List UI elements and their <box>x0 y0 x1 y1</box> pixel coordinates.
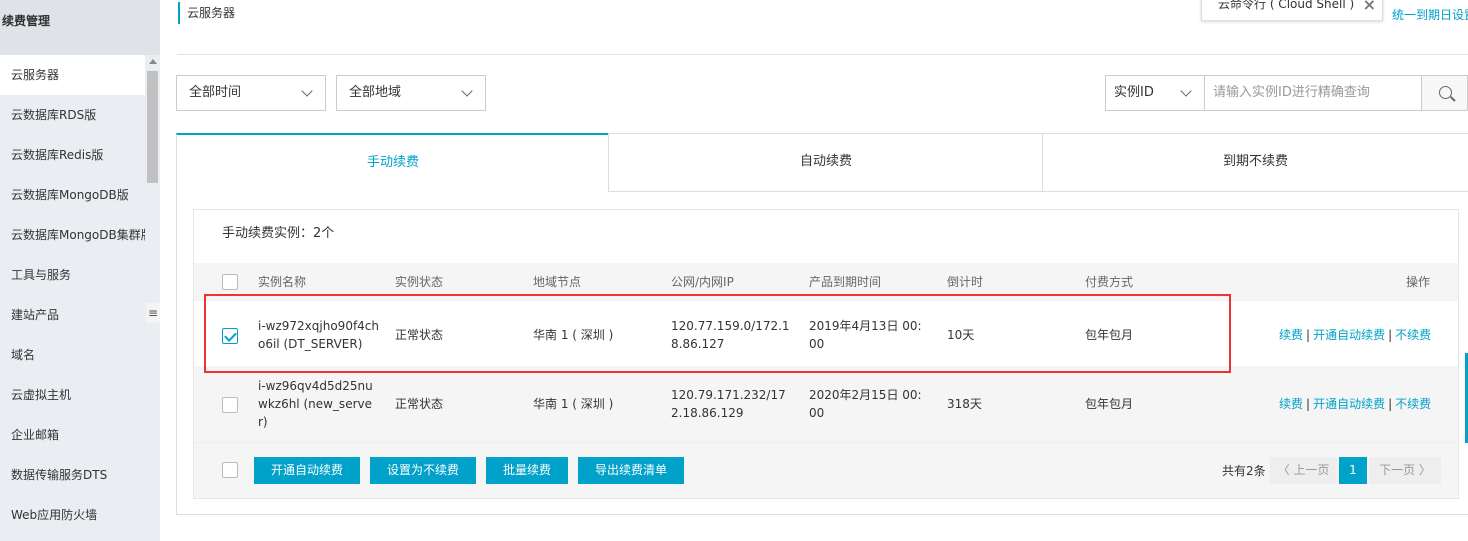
instance-name[interactable]: i-wz96qv4d5d25nu wkz6hl (new_serve r) <box>258 377 373 431</box>
sidebar-collapse-icon[interactable]: ≡ <box>146 303 160 323</box>
instance-countdown: 318天 <box>947 397 982 411</box>
chevron-down-icon <box>1180 85 1192 97</box>
sidebar-item-domain[interactable]: 域名 <box>0 335 145 375</box>
tab-no-renewal[interactable]: 到期不续费 <box>1042 133 1468 192</box>
highlight-box <box>204 294 1231 373</box>
sidebar-item-waf[interactable]: Web应用防火墙 <box>0 495 145 535</box>
sidebar-item-mongodb-cluster[interactable]: 云数据库MongoDB集群版 <box>0 215 145 255</box>
region-filter-value: 全部地域 <box>349 85 402 100</box>
batch-renew-button[interactable]: 批量续费 <box>486 457 568 484</box>
page-title: 云服务器 <box>178 2 235 24</box>
page-1-button[interactable]: 1 <box>1339 457 1367 484</box>
export-list-button[interactable]: 导出续费清单 <box>578 457 684 484</box>
set-no-renew-button[interactable]: 设置为不续费 <box>370 457 476 484</box>
chevron-down-icon <box>461 85 473 97</box>
instance-count: 手动续费实例：2个 <box>222 226 335 241</box>
instance-payment: 包年包月 <box>1085 397 1134 411</box>
sidebar-item-mongodb[interactable]: 云数据库MongoDB版 <box>0 175 145 215</box>
sidebar-scroll-thumb[interactable] <box>147 71 158 183</box>
sidebar-scrollbar[interactable] <box>145 55 160 541</box>
tab-manual-renewal[interactable]: 手动续费 <box>176 133 609 192</box>
sidebar: 续费管理 云服务器 云数据库RDS版 云数据库Redis版 云数据库MongoD… <box>0 0 160 541</box>
instance-region: 华南 1 ( 深圳 ) <box>533 397 614 411</box>
total-count: 共有2条 <box>1222 464 1266 478</box>
sidebar-header: 续费管理 <box>0 0 160 55</box>
sidebar-item-dts[interactable]: 数据传输服务DTS <box>0 455 145 495</box>
row-checkbox[interactable] <box>222 397 238 413</box>
scroll-up-arrow-icon[interactable] <box>149 59 157 64</box>
id-type-value: 实例ID <box>1114 85 1154 100</box>
sidebar-item-site-builder[interactable]: 建站产品 <box>0 295 145 335</box>
sidebar-item-ecs[interactable]: 云服务器 <box>0 55 145 95</box>
footer-select-all-checkbox[interactable] <box>222 462 238 478</box>
sidebar-item-virtual-host[interactable]: 云虚拟主机 <box>0 375 145 415</box>
no-renew-link[interactable]: 不续费 <box>1395 328 1431 342</box>
sidebar-item-rds[interactable]: 云数据库RDS版 <box>0 95 145 135</box>
renewal-tabs: 手动续费 自动续费 到期不续费 <box>176 133 1468 192</box>
row-actions: 续费 | 开通自动续费 | 不续费 <box>1279 397 1432 411</box>
sidebar-item-redis[interactable]: 云数据库Redis版 <box>0 135 145 175</box>
select-all-checkbox[interactable] <box>222 274 238 290</box>
prev-page-button[interactable]: 〈 上一页 <box>1270 457 1337 484</box>
col-actions: 操作 <box>1406 275 1431 289</box>
instance-status: 正常状态 <box>395 397 444 411</box>
instance-ip: 120.79.171.232/17 2.18.86.129 <box>671 388 786 420</box>
enable-auto-renew-link[interactable]: 开通自动续费 <box>1313 397 1385 411</box>
region-filter-select[interactable]: 全部地域 <box>336 75 486 111</box>
id-type-select[interactable]: 实例ID <box>1105 75 1205 111</box>
cloud-shell-popup[interactable]: 云命令行 ( Cloud Shell ) × <box>1201 0 1383 21</box>
time-filter-value: 全部时间 <box>189 85 242 100</box>
time-filter-select[interactable]: 全部时间 <box>176 75 326 111</box>
sidebar-list: 云服务器 云数据库RDS版 云数据库Redis版 云数据库MongoDB版 云数… <box>0 55 145 535</box>
tab-auto-renewal[interactable]: 自动续费 <box>608 133 1043 192</box>
chevron-down-icon <box>301 85 313 97</box>
row-actions: 续费 | 开通自动续费 | 不续费 <box>1279 328 1432 342</box>
sidebar-item-tools[interactable]: 工具与服务 <box>0 255 145 295</box>
instance-expire: 2020年2月15日 00: 00 <box>809 388 922 420</box>
unify-expiry-link[interactable]: 统一到期日设置 <box>1392 6 1468 23</box>
sidebar-item-mail[interactable]: 企业邮箱 <box>0 415 145 455</box>
search-button[interactable] <box>1421 75 1468 111</box>
divider <box>177 54 1468 55</box>
next-page-button[interactable]: 下一页 〉 <box>1369 457 1441 484</box>
enable-auto-renew-link[interactable]: 开通自动续费 <box>1313 328 1385 342</box>
renew-link[interactable]: 续费 <box>1279 397 1303 411</box>
no-renew-link[interactable]: 不续费 <box>1395 397 1431 411</box>
renew-link[interactable]: 续费 <box>1279 328 1303 342</box>
close-icon[interactable]: × <box>1363 0 1376 13</box>
enable-auto-renew-button[interactable]: 开通自动续费 <box>254 457 360 484</box>
search-input[interactable]: 请输入实例ID进行精确查询 <box>1204 75 1422 111</box>
cloud-shell-label: 云命令行 ( Cloud Shell ) <box>1218 0 1355 11</box>
